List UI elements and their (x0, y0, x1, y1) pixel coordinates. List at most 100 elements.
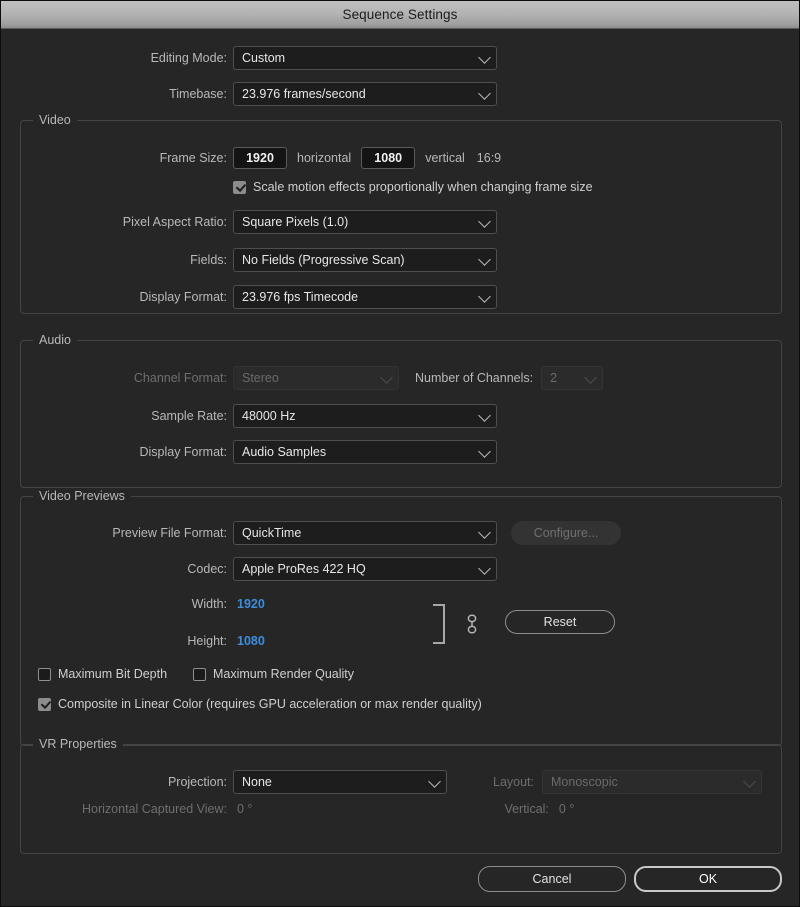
ok-button[interactable]: OK (634, 866, 782, 892)
channel-format-row: Channel Format: Stereo Number of Channel… (1, 366, 603, 390)
preview-height-value[interactable]: 1080 (237, 634, 265, 648)
dialog-titlebar: Sequence Settings (1, 1, 799, 29)
fields-label: Fields: (1, 253, 227, 267)
audio-display-format-row: Display Format: Audio Samples (1, 440, 497, 464)
preview-file-format-value: QuickTime (242, 526, 301, 540)
editing-mode-value: Custom (242, 51, 285, 65)
frame-height-input[interactable]: 1080 (361, 147, 415, 169)
audio-group-title: Audio (33, 333, 77, 347)
composite-linear-checkbox-row[interactable]: Composite in Linear Color (requires GPU … (38, 697, 482, 711)
pixel-aspect-row: Pixel Aspect Ratio: Square Pixels (1.0) (1, 210, 497, 234)
max-render-quality-label: Maximum Render Quality (213, 667, 354, 681)
max-render-quality-checkbox-row[interactable]: Maximum Render Quality (193, 667, 354, 681)
audio-display-format-value: Audio Samples (242, 445, 326, 459)
max-bit-depth-label: Maximum Bit Depth (58, 667, 167, 681)
vr-properties-group: VR Properties (20, 744, 782, 854)
video-display-format-label: Display Format: (1, 290, 227, 304)
frame-width-input[interactable]: 1920 (233, 147, 287, 169)
chevron-down-icon (478, 253, 491, 266)
codec-row: Codec: Apple ProRes 422 HQ (1, 557, 497, 581)
scale-motion-checkbox-row[interactable]: Scale motion effects proportionally when… (233, 180, 593, 194)
number-of-channels-select: 2 (541, 366, 603, 390)
pixel-aspect-value: Square Pixels (1.0) (242, 215, 348, 229)
max-bit-depth-checkbox-row[interactable]: Maximum Bit Depth (38, 667, 167, 681)
layout-label: Layout: (493, 775, 534, 789)
chevron-down-icon (478, 445, 491, 458)
audio-display-format-select[interactable]: Audio Samples (233, 440, 497, 464)
pixel-aspect-select[interactable]: Square Pixels (1.0) (233, 210, 497, 234)
scale-motion-checkbox[interactable] (233, 181, 246, 194)
number-of-channels-value: 2 (550, 371, 557, 385)
video-group-title: Video (33, 113, 77, 127)
preview-width-row: Width: 1920 (1, 597, 265, 611)
editing-mode-select[interactable]: Custom (233, 46, 497, 70)
frame-size-row: Frame Size: 1920 horizontal 1080 vertica… (1, 147, 501, 169)
channel-format-select: Stereo (233, 366, 399, 390)
vertical-captured-label: Vertical: (504, 802, 548, 816)
reset-button[interactable]: Reset (505, 610, 615, 634)
video-display-format-row: Display Format: 23.976 fps Timecode (1, 285, 497, 309)
preview-height-label: Height: (1, 634, 227, 648)
dialog-body: Editing Mode: Custom Timebase: 23.976 fr… (1, 29, 799, 906)
codec-value: Apple ProRes 422 HQ (242, 562, 366, 576)
cancel-label: Cancel (533, 872, 572, 886)
video-previews-group-title: Video Previews (33, 489, 131, 503)
fields-select[interactable]: No Fields (Progressive Scan) (233, 248, 497, 272)
sequence-settings-dialog: Sequence Settings Editing Mode: Custom T… (0, 0, 800, 907)
chevron-down-icon (743, 775, 756, 788)
horizontal-captured-view-label: Horizontal Captured View: (1, 802, 227, 816)
vr-properties-group-title: VR Properties (33, 737, 123, 751)
chevron-down-icon (478, 51, 491, 64)
composite-linear-label: Composite in Linear Color (requires GPU … (58, 697, 482, 711)
channel-format-label: Channel Format: (1, 371, 227, 385)
chain-link-icon[interactable] (465, 613, 479, 635)
sample-rate-label: Sample Rate: (1, 409, 227, 423)
fields-value: No Fields (Progressive Scan) (242, 253, 405, 267)
reset-label: Reset (544, 615, 577, 629)
chevron-down-icon (478, 562, 491, 575)
pixel-aspect-label: Pixel Aspect Ratio: (1, 215, 227, 229)
timebase-value: 23.976 frames/second (242, 87, 366, 101)
fields-row: Fields: No Fields (Progressive Scan) (1, 248, 497, 272)
chevron-down-icon (478, 526, 491, 539)
max-render-quality-checkbox[interactable] (193, 668, 206, 681)
video-display-format-select[interactable]: 23.976 fps Timecode (233, 285, 497, 309)
chevron-down-icon (584, 371, 597, 384)
sample-rate-select[interactable]: 48000 Hz (233, 404, 497, 428)
scale-motion-label: Scale motion effects proportionally when… (253, 180, 593, 194)
editing-mode-row: Editing Mode: Custom (1, 46, 497, 70)
chevron-down-icon (478, 87, 491, 100)
frame-size-label: Frame Size: (1, 151, 227, 165)
editing-mode-label: Editing Mode: (1, 51, 227, 65)
projection-select[interactable]: None (233, 770, 447, 794)
configure-button: Configure... (511, 521, 621, 545)
horizontal-captured-view-row: Horizontal Captured View: 0 ° Vertical: … (1, 802, 574, 816)
composite-linear-checkbox[interactable] (38, 698, 51, 711)
chevron-down-icon (428, 775, 441, 788)
dialog-title: Sequence Settings (342, 7, 457, 22)
channel-format-value: Stereo (242, 371, 279, 385)
frame-width-value: 1920 (246, 151, 274, 165)
preview-file-format-select[interactable]: QuickTime (233, 521, 497, 545)
preview-file-format-row: Preview File Format: QuickTime Configure… (1, 521, 621, 545)
chevron-down-icon (380, 371, 393, 384)
max-bit-depth-checkbox[interactable] (38, 668, 51, 681)
projection-label: Projection: (1, 775, 227, 789)
cancel-button[interactable]: Cancel (478, 866, 626, 892)
chevron-down-icon (478, 215, 491, 228)
sample-rate-row: Sample Rate: 48000 Hz (1, 404, 497, 428)
preview-height-row: Height: 1080 (1, 634, 265, 648)
chevron-down-icon (478, 290, 491, 303)
codec-select[interactable]: Apple ProRes 422 HQ (233, 557, 497, 581)
timebase-select[interactable]: 23.976 frames/second (233, 82, 497, 106)
configure-label: Configure... (534, 526, 599, 540)
layout-select: Monoscopic (542, 770, 762, 794)
frame-height-value: 1080 (374, 151, 402, 165)
layout-value: Monoscopic (551, 775, 618, 789)
timebase-row: Timebase: 23.976 frames/second (1, 82, 497, 106)
vertical-captured-value: 0 ° (559, 802, 574, 816)
codec-label: Codec: (1, 562, 227, 576)
link-bracket-icon (433, 604, 445, 644)
sample-rate-value: 48000 Hz (242, 409, 296, 423)
preview-width-value[interactable]: 1920 (237, 597, 265, 611)
